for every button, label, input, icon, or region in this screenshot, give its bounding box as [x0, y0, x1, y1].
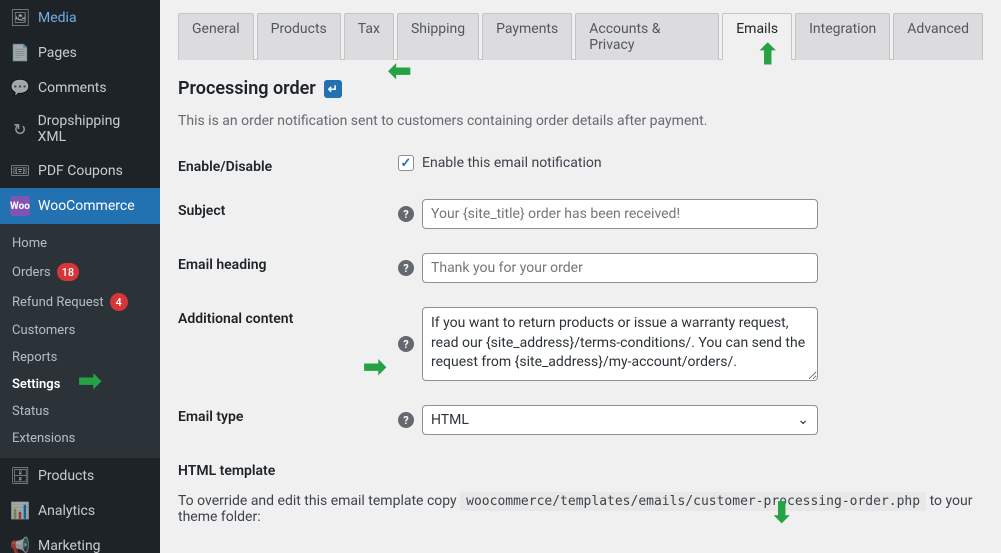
- sidebar-label: Pages: [38, 45, 77, 61]
- menu-icon: 📊: [10, 501, 30, 520]
- page-title: Processing order ↵: [178, 78, 983, 99]
- tab-payments[interactable]: Payments: [482, 13, 572, 60]
- sidebar-sub-label: Home: [12, 236, 47, 251]
- menu-icon: 📢: [10, 536, 30, 553]
- menu-icon: ↻: [10, 120, 30, 139]
- sidebar-item-marketing[interactable]: 📢 Marketing: [0, 528, 160, 553]
- sidebar-sub-label: Customers: [12, 323, 75, 338]
- help-icon[interactable]: ?: [398, 260, 414, 276]
- menu-icon: 💬: [10, 78, 30, 97]
- tab-products[interactable]: Products: [257, 13, 341, 60]
- sidebar-subitem-status[interactable]: Status: [0, 398, 160, 425]
- row-emailtype: Email type ? HTML ⌄: [178, 405, 983, 435]
- row-subject: Subject ?: [178, 199, 983, 229]
- sidebar-subitem-extensions[interactable]: Extensions: [0, 425, 160, 452]
- page-description: This is an order notification sent to cu…: [178, 113, 983, 129]
- settings-tabs: GeneralProductsTaxShippingPaymentsAccoun…: [178, 12, 983, 60]
- row-template-label: HTML template: [178, 459, 983, 479]
- label-template: HTML template: [178, 459, 398, 479]
- menu-icon: 🖼: [10, 8, 30, 27]
- count-badge: 4: [110, 293, 128, 311]
- sidebar-label: Products: [38, 468, 94, 484]
- email-type-select[interactable]: HTML ⌄: [422, 405, 818, 435]
- label-heading: Email heading: [178, 253, 398, 273]
- chevron-down-icon: ⌄: [797, 412, 809, 428]
- admin-sidebar: 🖼 Media 📄 Pages 💬 Comments ↻ Dropshipping XML 🎟 P…: [0, 0, 160, 553]
- sidebar-sub-label: Refund Request: [12, 295, 104, 310]
- sidebar-item-analytics[interactable]: 📊 Analytics: [0, 493, 160, 528]
- template-override-text: To override and edit this email template…: [178, 493, 983, 525]
- sidebar-sub-label: Settings: [12, 377, 60, 392]
- count-badge: 18: [57, 263, 80, 281]
- sidebar-subitem-customers[interactable]: Customers: [0, 317, 160, 344]
- tab-tax[interactable]: Tax: [344, 13, 394, 60]
- subject-input[interactable]: [422, 199, 818, 229]
- sidebar-label: Comments: [38, 80, 107, 96]
- heading-input[interactable]: [422, 253, 818, 283]
- sidebar-item-media[interactable]: 🖼 Media: [0, 0, 160, 35]
- row-heading: Email heading ?: [178, 253, 983, 283]
- sidebar-subitem-settings[interactable]: Settings: [0, 371, 160, 398]
- sidebar-sub-label: Status: [12, 404, 49, 419]
- menu-icon: 🎟: [10, 161, 30, 180]
- menu-icon: 🗄: [10, 466, 30, 485]
- sidebar-item-pdf-coupons[interactable]: 🎟 PDF Coupons: [0, 153, 160, 188]
- sidebar-label: PDF Coupons: [38, 163, 123, 179]
- tab-accounts-privacy[interactable]: Accounts & Privacy: [575, 13, 719, 60]
- sidebar-label: Dropshipping XML: [38, 113, 150, 145]
- sidebar-item-dropshipping-xml[interactable]: ↻ Dropshipping XML: [0, 105, 160, 153]
- help-icon[interactable]: ?: [398, 412, 414, 428]
- sidebar-item-comments[interactable]: 💬 Comments: [0, 70, 160, 105]
- woo-icon: Woo: [10, 196, 30, 216]
- tab-emails[interactable]: Emails: [722, 13, 792, 60]
- sidebar-label: Marketing: [38, 538, 101, 553]
- label-additional: Additional content: [178, 307, 398, 327]
- template-path-code: woocommerce/templates/emails/customer-pr…: [460, 492, 926, 511]
- enable-checkbox-label: Enable this email notification: [422, 155, 602, 171]
- sidebar-sub-label: Extensions: [12, 431, 75, 446]
- row-enable: Enable/Disable Enable this email notific…: [178, 155, 983, 175]
- label-enable: Enable/Disable: [178, 155, 398, 175]
- sidebar-subitem-orders[interactable]: Orders 18: [0, 257, 160, 287]
- label-emailtype: Email type: [178, 405, 398, 425]
- help-icon[interactable]: ?: [398, 336, 414, 352]
- row-additional: Additional content ?: [178, 307, 983, 381]
- additional-textarea[interactable]: [422, 307, 818, 381]
- tab-advanced[interactable]: Advanced: [893, 13, 983, 60]
- sidebar-subitem-refund-request[interactable]: Refund Request 4: [0, 287, 160, 317]
- sidebar-item-woocommerce[interactable]: Woo WooCommerce: [0, 188, 160, 224]
- sidebar-item-pages[interactable]: 📄 Pages: [0, 35, 160, 70]
- tab-shipping[interactable]: Shipping: [397, 13, 479, 60]
- sidebar-sub-label: Reports: [12, 350, 57, 365]
- sidebar-sub-label: Orders: [12, 265, 51, 280]
- tab-general[interactable]: General: [178, 13, 254, 60]
- sidebar-label: WooCommerce: [38, 198, 135, 214]
- tab-integration[interactable]: Integration: [795, 13, 890, 60]
- menu-icon: 📄: [10, 43, 30, 62]
- help-icon[interactable]: ?: [398, 206, 414, 222]
- enable-checkbox[interactable]: [398, 155, 414, 171]
- main-content: GeneralProductsTaxShippingPaymentsAccoun…: [160, 0, 1001, 553]
- return-icon[interactable]: ↵: [324, 80, 342, 98]
- sidebar-label: Media: [38, 10, 77, 26]
- sidebar-subitem-reports[interactable]: Reports: [0, 344, 160, 371]
- sidebar-item-products[interactable]: 🗄 Products: [0, 458, 160, 493]
- sidebar-label: Analytics: [38, 503, 95, 519]
- label-subject: Subject: [178, 199, 398, 219]
- sidebar-subitem-home[interactable]: Home: [0, 230, 160, 257]
